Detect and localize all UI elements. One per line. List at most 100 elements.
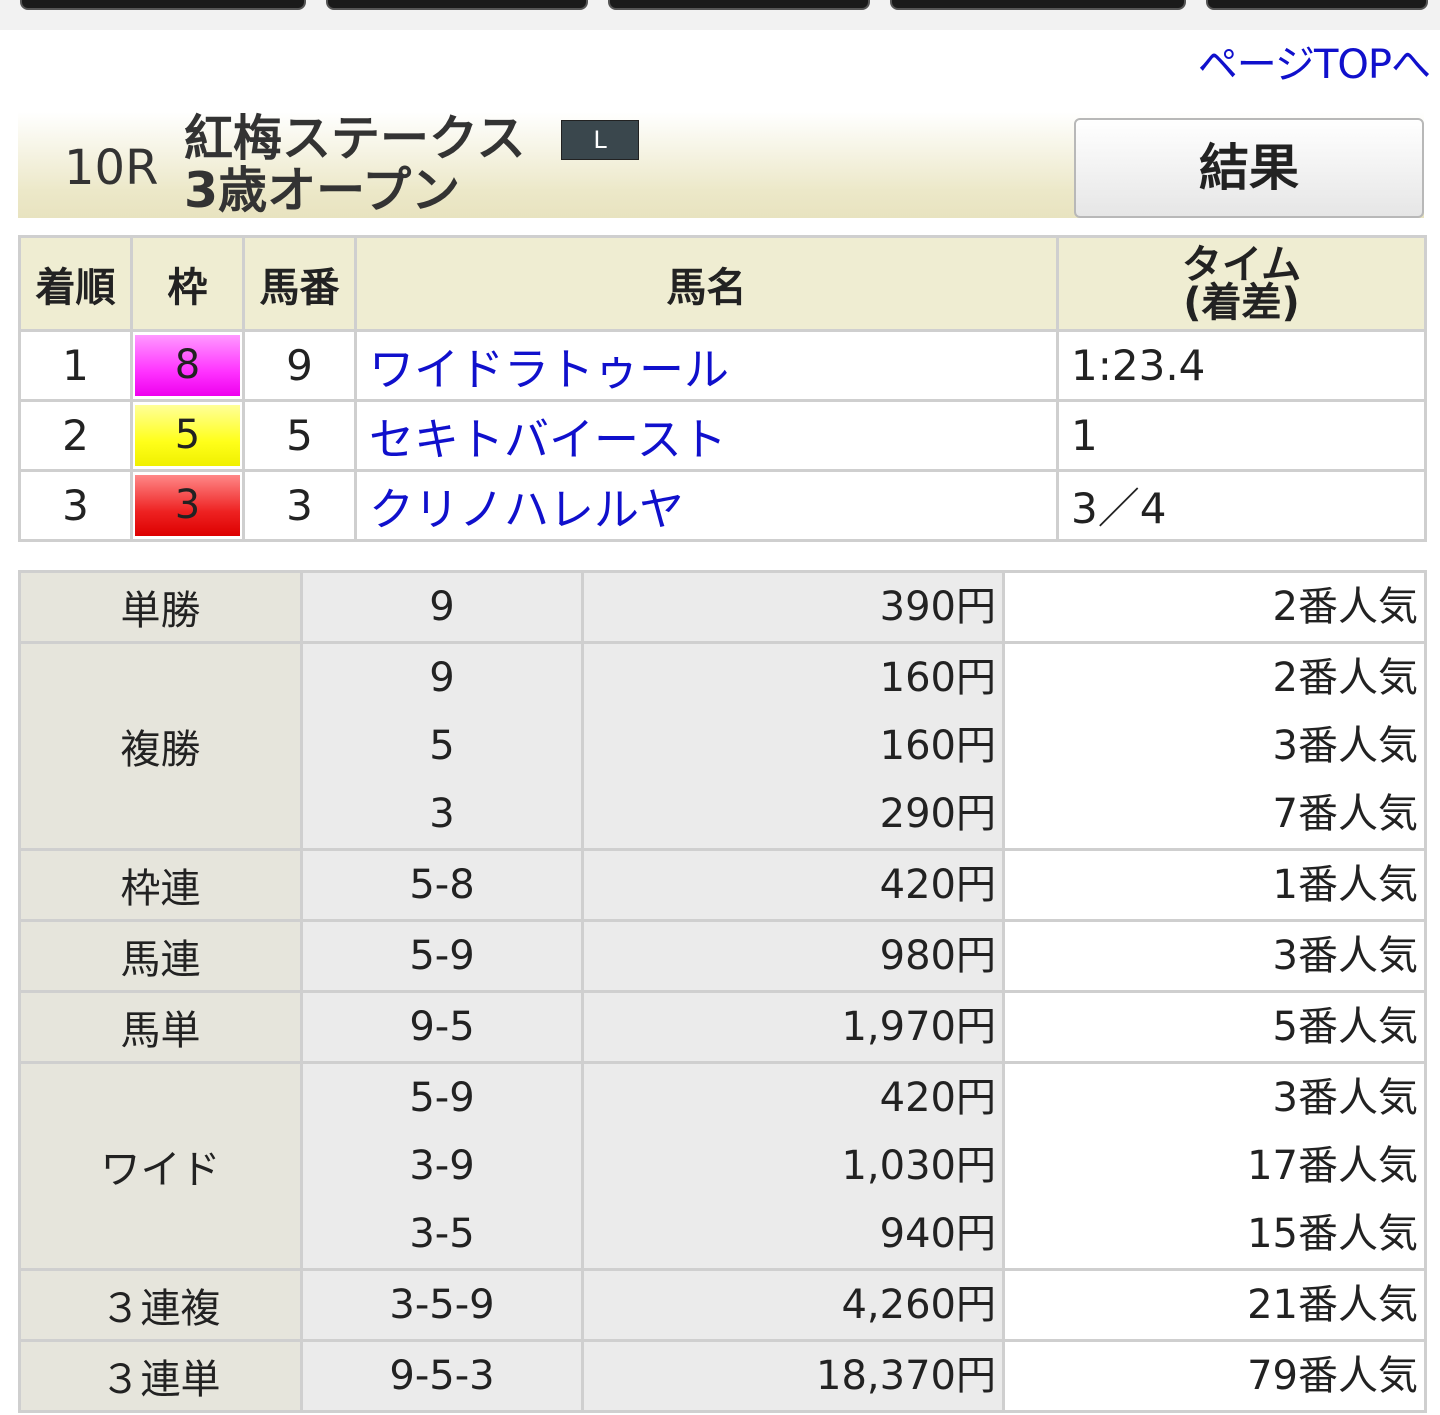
- top-nav-bar: [0, 0, 1440, 30]
- bet-type-label: ３連複: [100, 1286, 221, 1332]
- payout-row: ３連単 9-5-3 18,370円 79番人気: [18, 1339, 1427, 1413]
- bet-type-label: 馬単: [120, 1008, 201, 1054]
- bet-type-label: ３連単: [100, 1357, 221, 1403]
- horse-name-link[interactable]: ワイドラトゥール: [354, 329, 1059, 402]
- payout-amount-cell: 390円: [581, 570, 1005, 644]
- col-umaban-header: 馬番: [242, 235, 357, 332]
- payout-amount-value: 4,260円: [841, 1282, 996, 1328]
- combination-value: 3-9: [409, 1143, 475, 1189]
- waku-cell: 8: [130, 329, 245, 402]
- col-horse-header: 馬名: [354, 235, 1059, 332]
- bet-type-cell: 馬単: [18, 990, 303, 1064]
- payout-amount-cell: 420円: [581, 848, 1005, 922]
- umaban-cell: 9: [242, 329, 357, 402]
- popularity-cell: 5番人気: [1002, 990, 1427, 1064]
- payout-amount-value: 420円: [879, 1075, 996, 1121]
- payout-row: 枠連 5-8 420円 1番人気: [18, 848, 1427, 922]
- rank-cell: 3: [18, 469, 133, 542]
- nav-tab-3[interactable]: [608, 0, 870, 10]
- nav-tab-4[interactable]: [890, 0, 1186, 10]
- payout-amount-value: 1,970円: [841, 1004, 996, 1050]
- payout-amount-value: 160円: [879, 723, 996, 769]
- horse-name-link[interactable]: セキトバイースト: [354, 399, 1059, 472]
- combination-cell: 9: [300, 570, 584, 644]
- combination-cell: 3-5-9: [300, 1268, 584, 1342]
- bet-type-cell: 枠連: [18, 848, 303, 922]
- payout-amount-cell: 4,260円: [581, 1268, 1005, 1342]
- payout-amount-cell: 1,970円: [581, 990, 1005, 1064]
- popularity-value: 21番人気: [1247, 1282, 1418, 1328]
- popularity-value: 17番人気: [1247, 1143, 1418, 1189]
- combination-cell: 5-8: [300, 848, 584, 922]
- bet-type-cell: 馬連: [18, 919, 303, 993]
- payout-amount-value: 390円: [879, 584, 996, 630]
- umaban-cell: 3: [242, 469, 357, 542]
- combination-cell: 9-5-3: [300, 1339, 584, 1413]
- result-button[interactable]: 結果: [1074, 118, 1424, 218]
- bet-type-label: ワイド: [100, 1147, 221, 1193]
- combination-cell: 5-9: [300, 919, 584, 993]
- table-row: 2 5 5 セキトバイースト 1: [18, 399, 1427, 472]
- combination-value: 5-9: [409, 933, 475, 979]
- popularity-value: 2番人気: [1272, 584, 1418, 630]
- popularity-value: 3番人気: [1272, 933, 1418, 979]
- combination-value: 9: [429, 655, 455, 701]
- combination-value: 3: [429, 791, 455, 837]
- popularity-value: 2番人気: [1272, 655, 1418, 701]
- bet-type-label: 馬連: [120, 937, 201, 983]
- popularity-cell: 3番人気: [1002, 919, 1427, 993]
- payout-row: ３連複 3-5-9 4,260円 21番人気: [18, 1268, 1427, 1342]
- time-cell: 3／4: [1056, 469, 1427, 542]
- payout-row: 馬連 5-9 980円 3番人気: [18, 919, 1427, 993]
- popularity-cell: 3番人気 17番人気 15番人気: [1002, 1061, 1427, 1271]
- payout-row: 馬単 9-5 1,970円 5番人気: [18, 990, 1427, 1064]
- bet-type-cell: ３連複: [18, 1268, 303, 1342]
- payout-amount-value: 980円: [879, 933, 996, 979]
- results-table: 着順 枠 馬番 馬名 タイム (着差) 1 8 9 ワイドラトゥール 1:23.…: [18, 235, 1427, 542]
- bet-type-cell: ３連単: [18, 1339, 303, 1413]
- bet-type-label: 複勝: [120, 727, 201, 773]
- time-cell: 1:23.4: [1056, 329, 1427, 402]
- time-header-line2: (着差): [1183, 279, 1300, 326]
- popularity-cell: 2番人気: [1002, 570, 1427, 644]
- time-header-line1: タイム: [1181, 241, 1302, 288]
- waku-badge: 5: [135, 405, 240, 466]
- page-top-link[interactable]: ページTOPへ: [1198, 32, 1431, 90]
- race-class: 3歳オープン: [184, 162, 461, 219]
- combination-cell: 9-5: [300, 990, 584, 1064]
- combination-value: 3-5: [409, 1211, 475, 1257]
- waku-cell: 3: [130, 469, 245, 542]
- combination-value: 5-8: [409, 862, 475, 908]
- payout-amount-value: 18,370円: [816, 1353, 996, 1399]
- race-header: 10R 紅梅ステークス 3歳オープン L 結果: [18, 112, 1424, 218]
- race-number: 10R: [64, 140, 159, 196]
- waku-cell: 5: [130, 399, 245, 472]
- payout-amount-value: 940円: [879, 1211, 996, 1257]
- bet-type-cell: 複勝: [18, 641, 303, 851]
- nav-tab-5[interactable]: [1206, 0, 1428, 10]
- time-cell: 1: [1056, 399, 1427, 472]
- grade-badge: L: [561, 120, 639, 160]
- combination-value: 5-9: [409, 1075, 475, 1121]
- popularity-value: 5番人気: [1272, 1004, 1418, 1050]
- nav-tab-1[interactable]: [20, 0, 306, 10]
- race-name: 紅梅ステークス: [184, 110, 526, 167]
- payout-table: 単勝 9 390円 2番人気 複勝 9 5 3 160円 160円 290円 2番人気 3番人気 7番人気…: [18, 570, 1427, 1413]
- horse-name-link[interactable]: クリノハレルヤ: [354, 469, 1059, 542]
- nav-tab-2[interactable]: [326, 0, 588, 10]
- popularity-cell: 1番人気: [1002, 848, 1427, 922]
- combination-value: 9-5-3: [389, 1353, 495, 1399]
- payout-amount-cell: 980円: [581, 919, 1005, 993]
- table-row: 3 3 3 クリノハレルヤ 3／4: [18, 469, 1427, 542]
- payout-row: ワイド 5-9 3-9 3-5 420円 1,030円 940円 3番人気 17番人気 15番人気: [18, 1061, 1427, 1271]
- combination-cell: 5-9 3-9 3-5: [300, 1061, 584, 1271]
- combination-value: 9-5: [409, 1004, 475, 1050]
- combination-value: 3-5-9: [389, 1282, 495, 1328]
- col-rank-header: 着順: [18, 235, 133, 332]
- bet-type-label: 単勝: [120, 588, 201, 634]
- combination-cell: 9 5 3: [300, 641, 584, 851]
- umaban-cell: 5: [242, 399, 357, 472]
- payout-amount-cell: 160円 160円 290円: [581, 641, 1005, 851]
- payout-amount-value: 1,030円: [841, 1143, 996, 1189]
- payout-amount-value: 160円: [879, 655, 996, 701]
